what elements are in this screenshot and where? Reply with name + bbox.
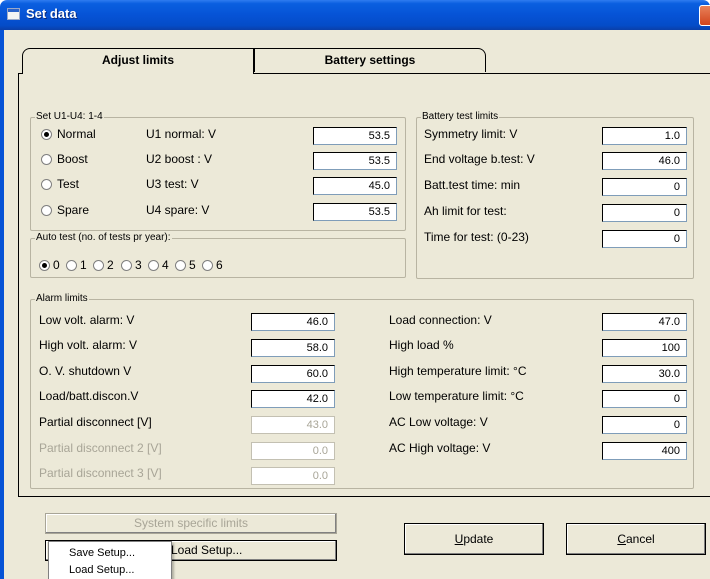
symmetry-limit-field[interactable]: 1.0 [602,127,687,145]
low-volt-alarm-field[interactable]: 46.0 [251,313,335,331]
auto-test-radio-6[interactable] [202,260,213,271]
cancel-button-label: ancel [625,532,655,546]
auto-test-option-5: 5 [189,258,196,272]
ov-shutdown-label: O. V. shutdown V [39,364,132,378]
update-button[interactable]: Update [404,523,544,555]
partial-disconnect-2-label: Partial disconnect 2 [V] [39,441,162,455]
auto-test-option-0: 0 [53,258,60,272]
time-for-test-field[interactable]: 0 [602,230,687,248]
update-button-label: pdate [463,532,494,546]
menu-item-load-setup[interactable]: Load Setup... [69,564,134,576]
update-button-mnemonic: U [454,532,464,546]
window-title: Set data [26,6,77,21]
cancel-button-mnemonic: C [617,532,626,546]
battery-test-legend: Battery test limits [421,111,500,122]
partial-disconnect-3-label: Partial disconnect 3 [V] [39,466,162,480]
ah-limit-label: Ah limit for test: [424,204,507,218]
close-icon[interactable] [699,5,710,26]
auto-test-radio-1[interactable] [66,260,77,271]
time-for-test-label: Time for test: (0-23) [424,230,529,244]
ac-low-voltage-label: AC Low voltage: V [389,415,488,429]
high-temp-limit-label: High temperature limit: °C [389,364,527,378]
high-volt-alarm-label: High volt. alarm: V [39,338,138,352]
load-batt-discon-field[interactable]: 42.0 [251,390,335,408]
radio-normal[interactable] [41,129,52,140]
low-temp-limit-label: Low temperature limit: °C [389,389,524,403]
high-volt-alarm-field[interactable]: 58.0 [251,339,335,357]
radio-spare[interactable] [41,205,52,216]
auto-test-option-4: 4 [162,258,169,272]
end-voltage-field[interactable]: 46.0 [602,152,687,170]
setup-popup-menu: Save Setup... Load Setup... [48,541,172,579]
u2-boost-label: U2 boost : V [146,152,213,166]
u2-boost-field[interactable]: 53.5 [313,152,397,170]
end-voltage-label: End voltage b.test: V [424,152,535,166]
auto-test-option-1: 1 [80,258,87,272]
menu-item-save-setup[interactable]: Save Setup... [69,547,135,559]
radio-test[interactable] [41,179,52,190]
set-data-window: Set data Adjust limits Battery settings … [0,0,710,579]
high-temp-limit-field[interactable]: 30.0 [602,365,687,383]
ov-shutdown-field[interactable]: 60.0 [251,365,335,383]
radio-boost-label: Boost [57,152,88,166]
low-volt-alarm-label: Low volt. alarm: V [39,313,135,327]
u3-test-label: U3 test: V [146,177,199,191]
tab-battery-settings[interactable]: Battery settings [254,48,486,72]
alarm-limits-legend: Alarm limits [35,293,89,304]
ac-high-voltage-label: AC High voltage: V [389,441,491,455]
ah-limit-field[interactable]: 0 [602,204,687,222]
ac-high-voltage-field[interactable]: 400 [602,442,687,460]
radio-test-label: Test [57,177,80,191]
window-icon [7,8,20,20]
title-bar[interactable]: Set data [0,0,710,30]
set-u-legend: Set U1-U4: 1-4 [35,111,104,122]
tab-panel-adjust-limits: Set U1-U4: 1-4 Auto test (no. of tests p… [18,73,710,497]
u3-test-field[interactable]: 45.0 [313,177,397,195]
auto-test-option-2: 2 [107,258,114,272]
auto-test-option-6: 6 [216,258,223,272]
low-temp-limit-field[interactable]: 0 [602,390,687,408]
partial-disconnect-2-field[interactable]: 0.0 [251,442,335,460]
load-batt-discon-label: Load/batt.discon.V [39,389,139,403]
ac-low-voltage-field[interactable]: 0 [602,416,687,434]
u1-normal-field[interactable]: 53.5 [313,127,397,145]
system-specific-limits-button[interactable]: System specific limits [45,513,337,534]
tab-adjust-limits[interactable]: Adjust limits [22,48,254,74]
cancel-button[interactable]: Cancel [566,523,706,555]
load-connection-field[interactable]: 47.0 [602,313,687,331]
auto-test-radio-4[interactable] [148,260,159,271]
u1-normal-label: U1 normal: V [146,127,217,141]
batt-test-time-label: Batt.test time: min [424,178,521,192]
radio-normal-label: Normal [57,127,96,141]
auto-test-option-3: 3 [135,258,142,272]
batt-test-time-field[interactable]: 0 [602,178,687,196]
auto-test-radio-3[interactable] [121,260,132,271]
high-load-field[interactable]: 100 [602,339,687,357]
auto-test-radio-5[interactable] [175,260,186,271]
high-load-label: High load % [389,338,454,352]
partial-disconnect-field[interactable]: 43.0 [251,416,335,434]
auto-test-legend: Auto test (no. of tests pr year): [35,232,172,243]
load-connection-label: Load connection: V [389,313,492,327]
radio-boost[interactable] [41,154,52,165]
partial-disconnect-3-field[interactable]: 0.0 [251,467,335,485]
partial-disconnect-label: Partial disconnect [V] [39,415,152,429]
symmetry-limit-label: Symmetry limit: V [424,127,518,141]
u4-spare-field[interactable]: 53.5 [313,203,397,221]
auto-test-radio-0[interactable] [39,260,50,271]
auto-test-radio-2[interactable] [93,260,104,271]
radio-spare-label: Spare [57,203,90,217]
u4-spare-label: U4 spare: V [146,203,210,217]
